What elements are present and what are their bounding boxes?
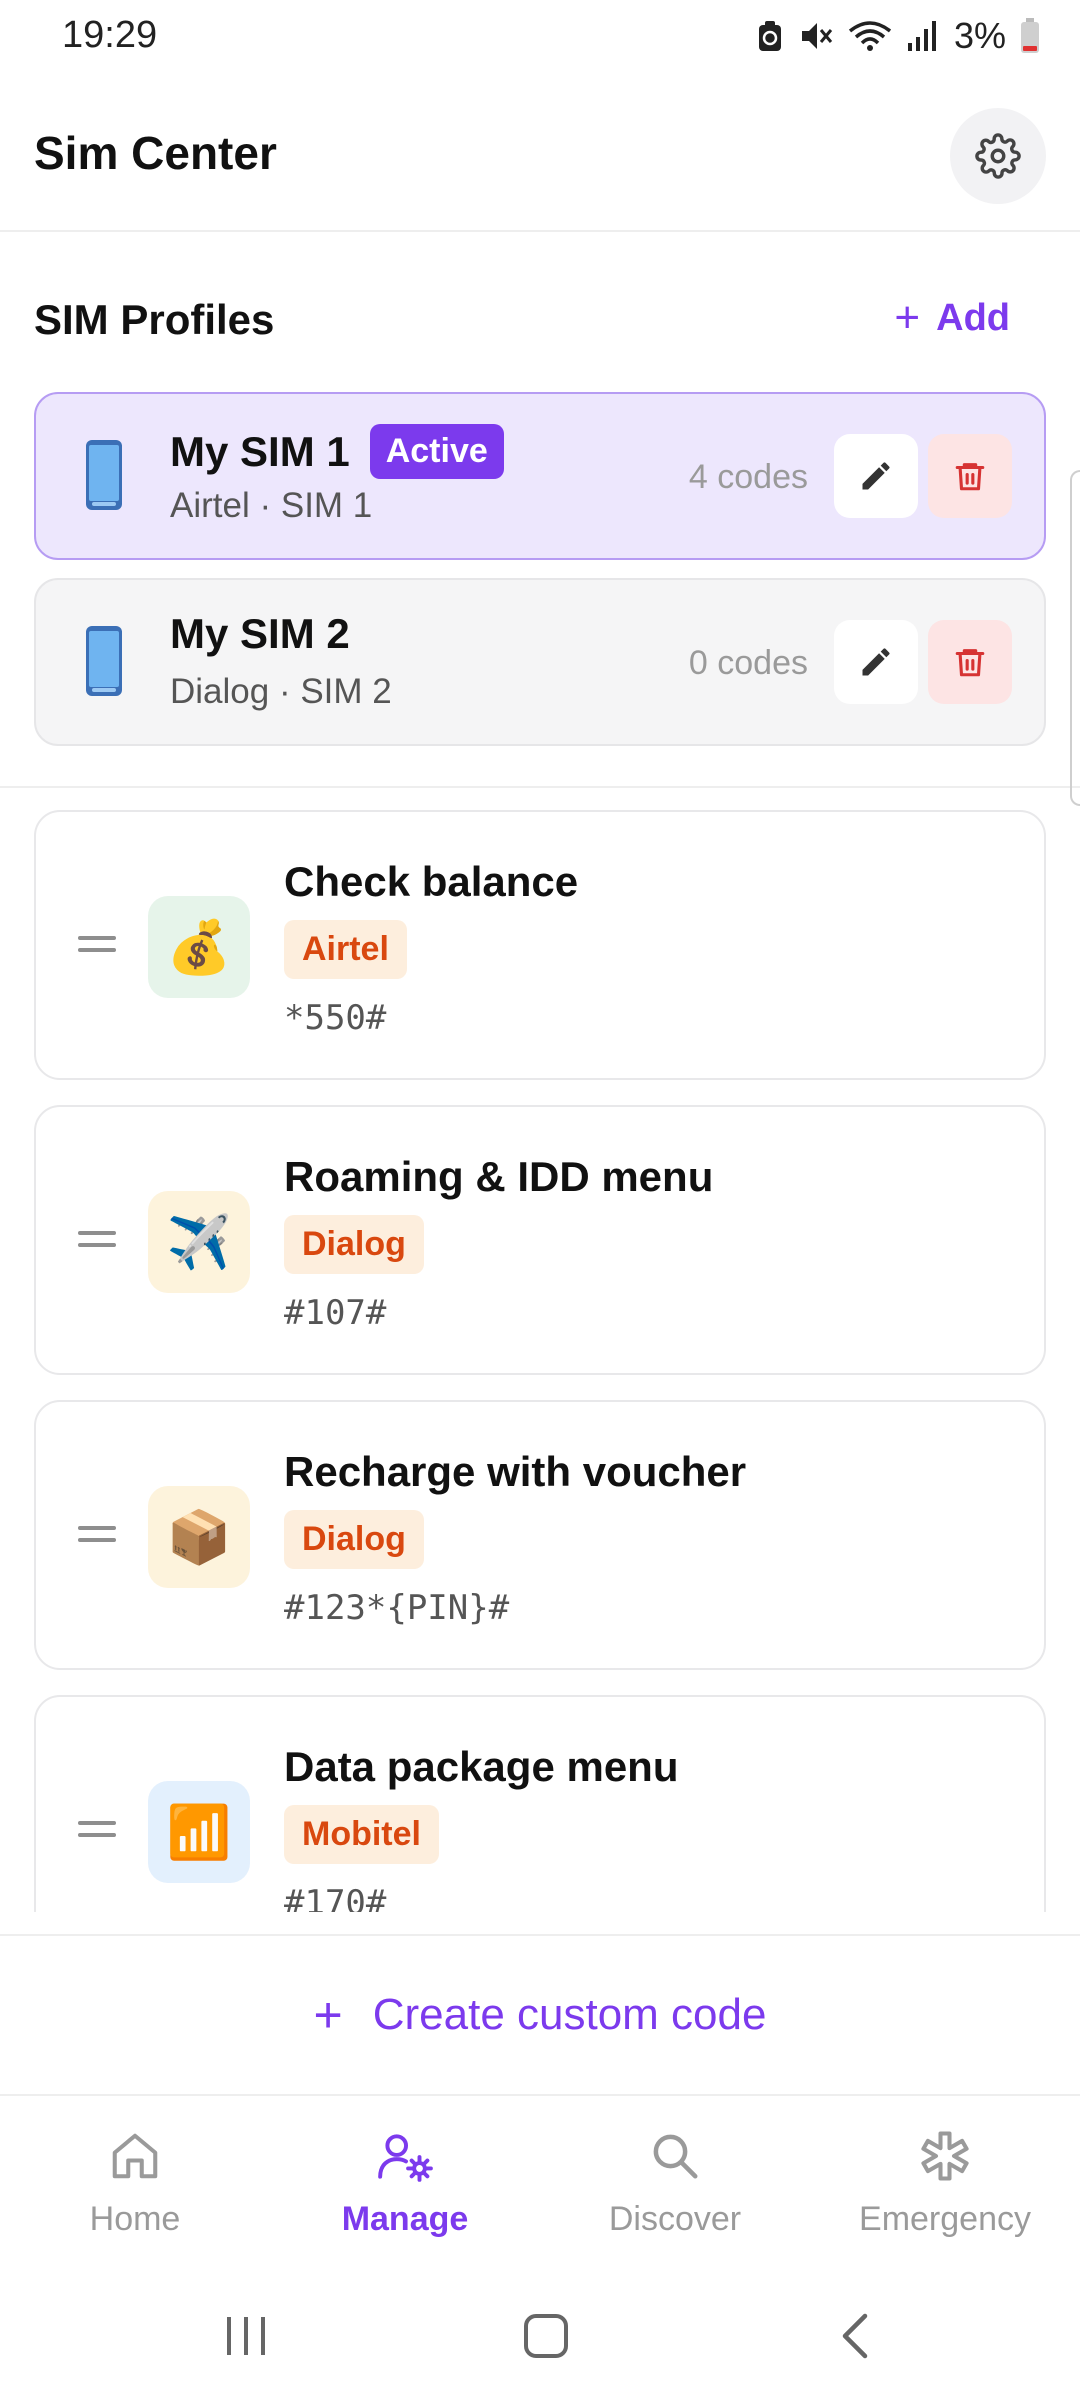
sim-code-count: 0 codes — [688, 644, 808, 682]
search-icon — [653, 2134, 698, 2179]
asterisk-medical-icon — [921, 2131, 969, 2181]
add-sim-label: Add — [936, 296, 1010, 339]
back-chevron-icon — [842, 2313, 868, 2359]
data-saver-icon — [758, 21, 781, 51]
recent-apps-button[interactable] — [218, 2308, 274, 2364]
status-bar: 19:29 3% — [0, 0, 1080, 76]
pencil-icon — [862, 648, 890, 676]
system-nav-bar — [0, 2268, 1080, 2400]
code-value: *550# — [284, 998, 387, 1038]
package-icon: 📦 — [148, 1486, 250, 1588]
app-header: Sim Center — [0, 76, 1080, 232]
nav-label: Emergency — [859, 2200, 1031, 2238]
sim-card-2[interactable]: My SIM 2 Dialog · SIM 2 0 codes — [34, 578, 1046, 746]
carrier-tag: Airtel — [284, 920, 407, 979]
bar-chart-icon: 📶 — [148, 1781, 250, 1883]
home-icon — [112, 2133, 158, 2179]
edit-sim-button[interactable] — [834, 434, 918, 518]
code-title: Check balance — [284, 858, 579, 905]
create-custom-code-button[interactable]: + Create custom code — [0, 1934, 1080, 2094]
drag-handle-icon[interactable] — [78, 1821, 116, 1839]
status-icons: 3% — [756, 14, 1040, 58]
drag-handle-icon[interactable] — [78, 1231, 116, 1249]
user-gear-icon — [378, 2134, 433, 2182]
carrier-tag: Dialog — [284, 1510, 424, 1569]
carrier-tag: Dialog — [284, 1215, 424, 1274]
sim-subtitle: Dialog · SIM 2 — [170, 672, 392, 711]
bottom-nav: Home Manage Discover Emergency — [0, 2094, 1080, 2268]
nav-item-home[interactable]: Home — [0, 2126, 270, 2239]
code-value: #107# — [284, 1293, 387, 1333]
page-title: Sim Center — [34, 127, 277, 179]
create-custom-code-label: Create custom code — [372, 1990, 767, 2039]
status-time: 19:29 — [62, 14, 158, 56]
gear-icon — [975, 133, 1021, 179]
recent-apps-icon — [227, 2317, 265, 2355]
code-list[interactable]: 💰 Check balance Airtel *550# ✈️ Roaming … — [0, 790, 1080, 1912]
mute-icon — [801, 23, 833, 49]
sim-subtitle: Airtel · SIM 1 — [170, 486, 373, 525]
nav-label: Manage — [341, 2200, 469, 2238]
delete-sim-button[interactable] — [928, 434, 1012, 518]
plus-icon: + — [894, 293, 921, 342]
sim-name: My SIM 1 — [170, 427, 350, 475]
battery-icon — [1021, 18, 1039, 53]
code-value: #170# — [284, 1883, 387, 1912]
drag-handle-icon[interactable] — [78, 936, 116, 954]
sim-profiles-title: SIM Profiles — [34, 296, 275, 343]
nav-item-manage[interactable]: Manage — [270, 2126, 540, 2239]
nav-label: Home — [89, 2200, 181, 2238]
code-card[interactable]: 📶 Data package menu Mobitel #170# — [34, 1695, 1046, 1912]
settings-button[interactable] — [950, 108, 1046, 204]
code-title: Roaming & IDD menu — [284, 1153, 714, 1200]
code-title: Recharge with voucher — [284, 1448, 747, 1495]
mobile-phone-icon — [86, 626, 122, 696]
scroll-indicator[interactable] — [1070, 470, 1080, 806]
code-title: Data package menu — [284, 1743, 679, 1790]
sim-profiles-section: SIM Profiles + Add My SIM 1 Active Airte… — [0, 232, 1080, 788]
mobile-phone-icon — [86, 440, 122, 510]
pencil-icon — [862, 462, 890, 490]
battery-percent: 3% — [953, 15, 1006, 56]
add-sim-button[interactable]: + Add — [894, 296, 1010, 340]
wifi-icon — [848, 21, 892, 51]
signal-icon — [907, 21, 936, 51]
nav-label: Discover — [608, 2200, 742, 2238]
airplane-icon: ✈️ — [148, 1191, 250, 1293]
sim-card-1[interactable]: My SIM 1 Active Airtel · SIM 1 4 codes — [34, 392, 1046, 560]
home-square-icon — [524, 2314, 568, 2358]
money-bag-icon: 💰 — [148, 896, 250, 998]
edit-sim-button[interactable] — [834, 620, 918, 704]
trash-icon — [955, 649, 985, 677]
sim-code-count: 4 codes — [688, 458, 808, 496]
code-value: #123*{PIN}# — [284, 1588, 510, 1628]
delete-sim-button[interactable] — [928, 620, 1012, 704]
code-card[interactable]: ✈️ Roaming & IDD menu Dialog #107# — [34, 1105, 1046, 1375]
sim-name: My SIM 2 — [170, 610, 350, 657]
active-badge: Active — [369, 424, 504, 479]
carrier-tag: Mobitel — [284, 1805, 439, 1864]
code-card[interactable]: 💰 Check balance Airtel *550# — [34, 810, 1046, 1080]
drag-handle-icon[interactable] — [78, 1526, 116, 1544]
code-card[interactable]: 📦 Recharge with voucher Dialog #123*{PIN… — [34, 1400, 1046, 1670]
back-button[interactable] — [826, 2308, 882, 2364]
plus-icon: + — [313, 1987, 343, 2043]
nav-item-emergency[interactable]: Emergency — [810, 2126, 1080, 2239]
trash-icon — [955, 463, 985, 491]
home-system-button[interactable] — [518, 2308, 574, 2364]
nav-item-discover[interactable]: Discover — [540, 2126, 810, 2239]
